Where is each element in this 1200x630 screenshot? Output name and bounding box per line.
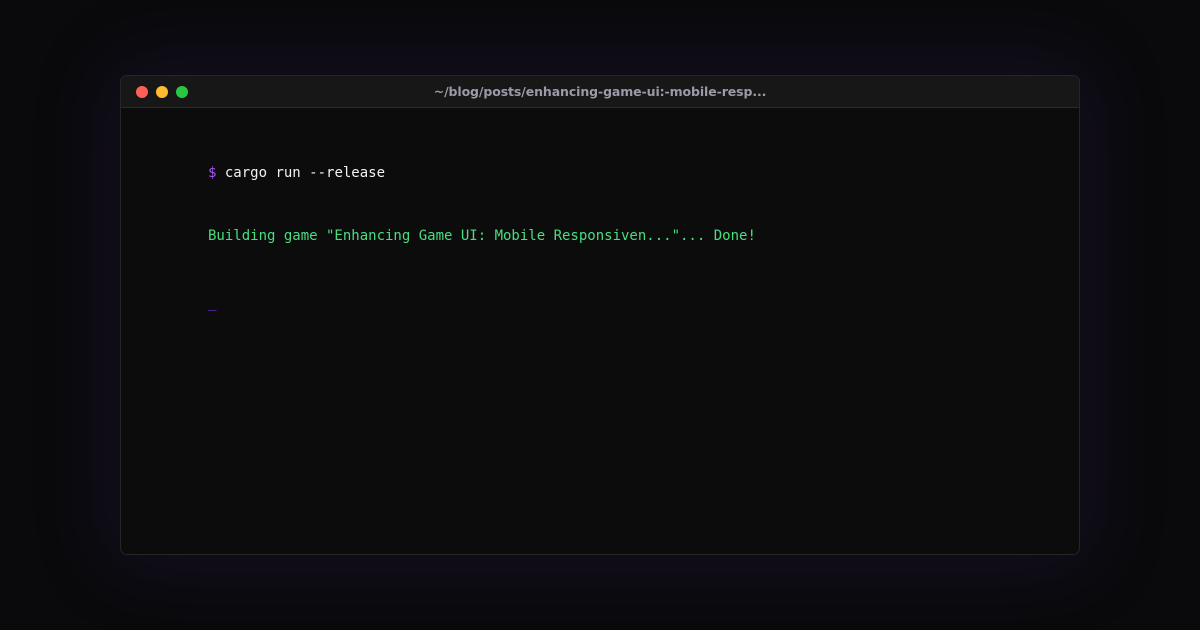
prompt-symbol: $ bbox=[208, 165, 217, 181]
command-text: cargo run --release bbox=[224, 165, 386, 181]
command-line: $ cargo run --release bbox=[208, 165, 385, 181]
terminal-window: ~/blog/posts/enhancing-game-ui:-mobile-r… bbox=[120, 75, 1080, 555]
terminal-body[interactable]: $ cargo run --release Building game "Enh… bbox=[121, 108, 1079, 554]
output-line: Building game "Enhancing Game UI: Mobile… bbox=[208, 228, 756, 244]
window-title: ~/blog/posts/enhancing-game-ui:-mobile-r… bbox=[433, 84, 767, 99]
terminal-cursor: _ bbox=[208, 295, 217, 311]
title-bar[interactable]: ~/blog/posts/enhancing-game-ui:-mobile-r… bbox=[121, 76, 1079, 108]
